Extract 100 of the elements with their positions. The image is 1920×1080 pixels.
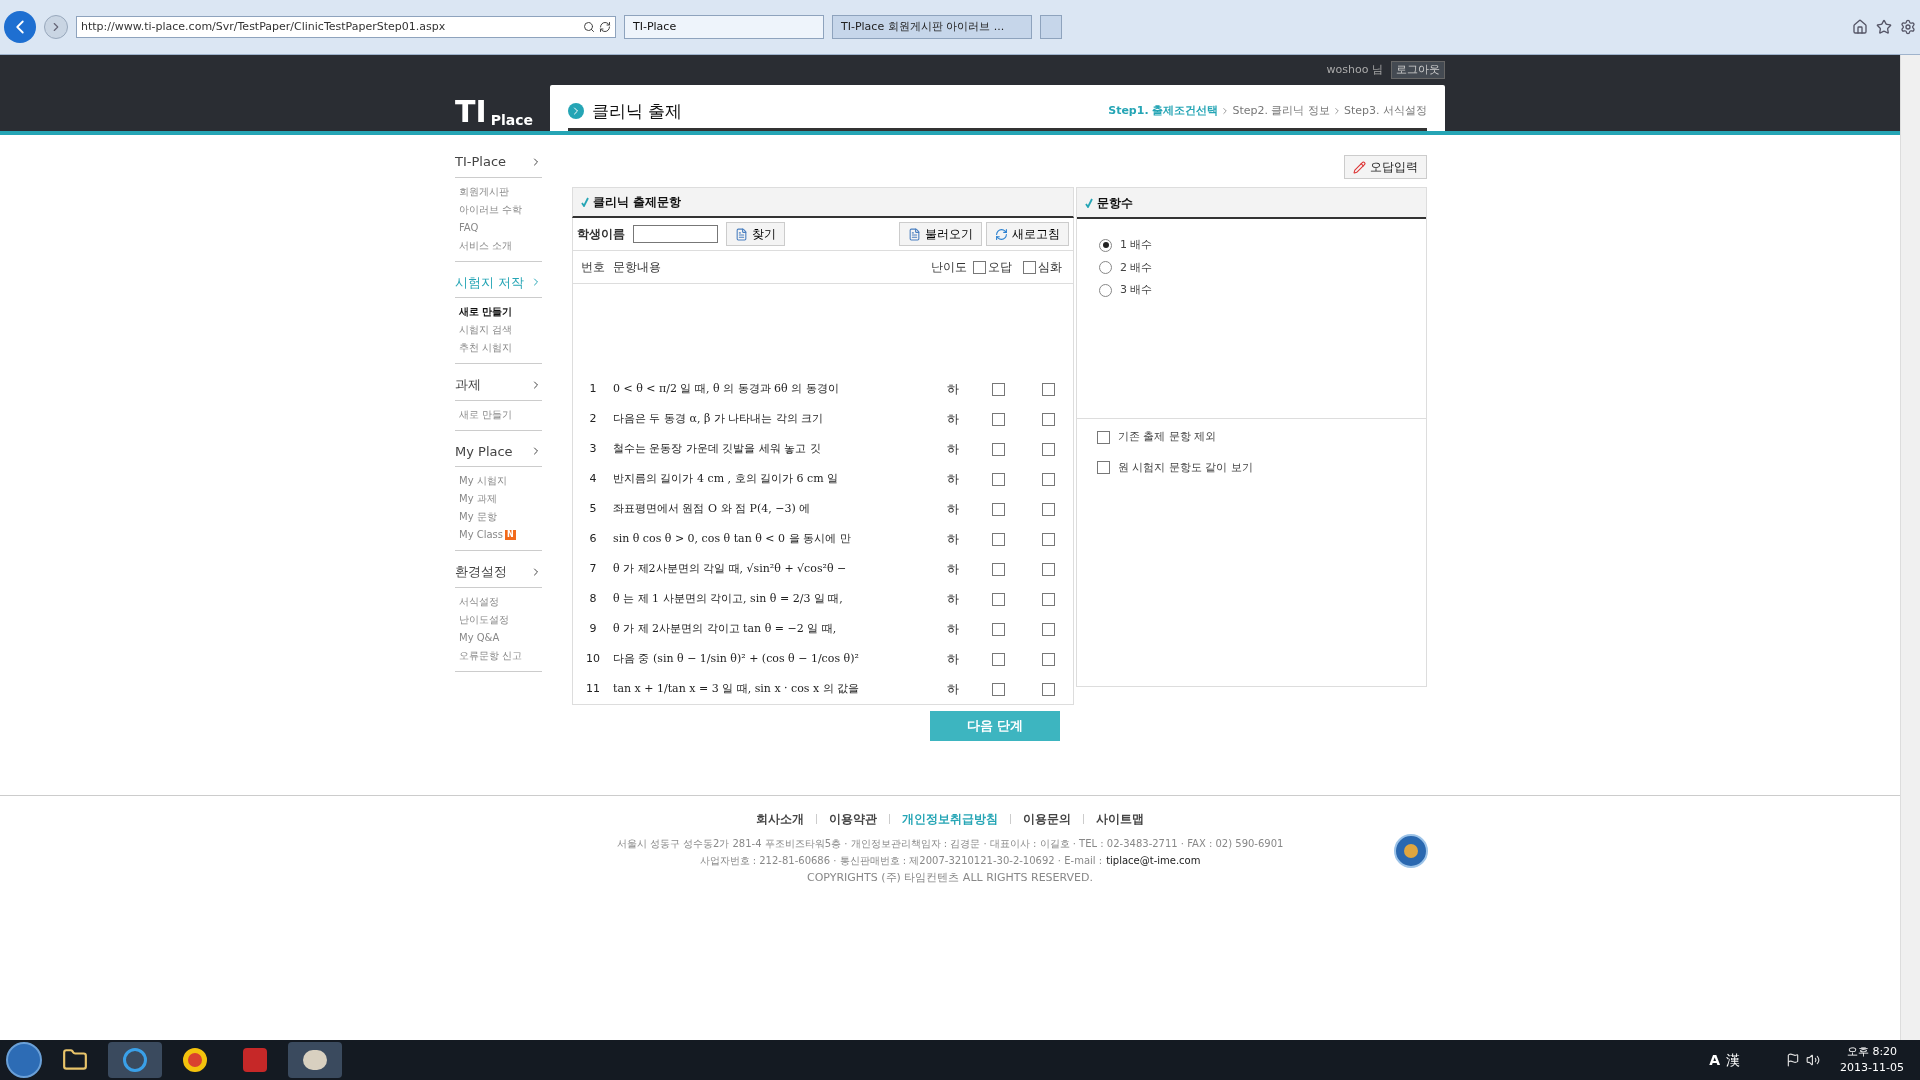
sidebar-item[interactable]: 난이도설정	[459, 610, 509, 629]
row-number: 7	[588, 560, 598, 577]
checkbox[interactable]	[991, 562, 1005, 576]
checkbox[interactable]	[991, 592, 1005, 606]
radio-button[interactable]	[1099, 238, 1112, 252]
checkbox[interactable]	[991, 382, 1005, 396]
question-text: θ 는 제 1 사분면의 각이고, sin θ = 2/3 일 때,	[613, 590, 844, 607]
sidebar-item[interactable]: 아이러브 수학	[459, 200, 523, 219]
sidebar-item[interactable]: My 문항	[459, 508, 497, 526]
checkbox[interactable]	[1041, 562, 1055, 576]
start-button[interactable]	[6, 1042, 42, 1078]
checkbox[interactable]	[1041, 622, 1055, 636]
sidebar-section-title[interactable]: My Place	[455, 436, 542, 467]
checkbox[interactable]	[991, 412, 1005, 426]
checkbox[interactable]	[1041, 652, 1055, 666]
sidebar-section-title[interactable]: 환경설정	[455, 557, 542, 588]
difficulty-text: 하	[946, 471, 960, 488]
checkbox[interactable]	[991, 502, 1005, 516]
forward-button[interactable]	[44, 15, 68, 39]
checkbox[interactable]	[991, 472, 1005, 486]
address-bar[interactable]: http://www.ti-place.com/Svr/TestPaper/ClinicTestPaperStep01.aspx	[76, 16, 616, 38]
email-link[interactable]: tiplace@t-ime.com	[1106, 853, 1201, 868]
question-text: θ 가 제2사분면의 각일 때, √sin²θ + √cos²θ −	[613, 560, 848, 577]
footer-link[interactable]: 이용약관	[829, 810, 877, 828]
new-badge: N	[505, 530, 516, 540]
sidebar-item[interactable]: 서식설정	[459, 592, 499, 611]
difficulty-text: 하	[946, 381, 960, 398]
checkbox[interactable]	[1041, 532, 1055, 546]
sidebar-item[interactable]: 추천 시험지	[459, 339, 513, 357]
footer-link[interactable]: 회사소개	[756, 810, 804, 828]
checkbox[interactable]	[1041, 382, 1055, 396]
clock-time: 오후 8:20	[1846, 1043, 1898, 1060]
sidebar-item[interactable]: 회원게시판	[459, 182, 509, 201]
option-label: 2 배수	[1120, 259, 1153, 276]
student-name-label: 학생이름	[577, 226, 625, 243]
browser-tab[interactable]: TI-Place	[624, 15, 824, 39]
flag-icon	[1786, 1053, 1801, 1067]
checkbox[interactable]	[1041, 682, 1055, 696]
question-text: 다음은 두 동경 α, β 가 나타내는 각의 크기	[613, 410, 825, 427]
checkbox[interactable]	[991, 532, 1005, 546]
checkbox[interactable]	[991, 682, 1005, 696]
checkbox[interactable]	[1041, 442, 1055, 456]
sidebar-section-title[interactable]: 과제	[455, 370, 542, 401]
sidebar-item[interactable]: 오류문항 신고	[459, 646, 523, 665]
checkbox[interactable]	[1097, 430, 1110, 444]
search-button[interactable]: 찾기	[726, 222, 785, 246]
checkbox[interactable]	[1023, 260, 1036, 274]
column-header: 심화	[1038, 259, 1062, 276]
checkbox[interactable]	[1097, 461, 1110, 475]
step-label: Step2. 클리닉 정보	[1232, 103, 1330, 119]
sidebar-item[interactable]: My 과제	[459, 490, 497, 508]
column-header: 문항내용	[613, 259, 662, 276]
option-label: 원 시험지 문항도 같이 보기	[1118, 459, 1253, 476]
checkbox[interactable]	[1041, 592, 1055, 606]
wrong-answer-button[interactable]: 오답입력	[1344, 155, 1427, 179]
ime-mode-text[interactable]: A	[1709, 1049, 1721, 1071]
row-number: 2	[588, 410, 598, 427]
checkbox[interactable]	[991, 652, 1005, 666]
sidebar-item[interactable]: My Class	[459, 526, 504, 544]
checkbox[interactable]	[991, 442, 1005, 456]
sidebar-section-title[interactable]: TI-Place	[455, 147, 542, 178]
row-number: 10	[585, 650, 601, 667]
footer-link[interactable]: 이용문의	[1023, 810, 1071, 828]
radio-button[interactable]	[1099, 261, 1112, 275]
sidebar-item[interactable]: 새로 만들기	[459, 303, 513, 321]
question-text: θ 가 제 2사분면의 각이고 tan θ = −2 일 때,	[613, 620, 838, 637]
checkbox[interactable]	[1041, 472, 1055, 486]
refresh-button[interactable]: 새로고침	[986, 222, 1069, 246]
row-number: 6	[588, 530, 598, 547]
sidebar-item[interactable]: 새로 만들기	[459, 405, 513, 424]
difficulty-text: 하	[946, 441, 960, 458]
browser-tab[interactable]: TI-Place 회원게시판 아이러브 ...	[832, 15, 1032, 39]
ime-hanja-text[interactable]: 漢	[1726, 1049, 1741, 1071]
footer-link[interactable]: 사이트맵	[1096, 810, 1144, 828]
checkbox[interactable]	[1041, 412, 1055, 426]
sidebar-item[interactable]: My 시험지	[459, 472, 507, 490]
documents-icon	[908, 227, 921, 241]
sidebar-item[interactable]: FAQ	[459, 218, 479, 237]
load-button[interactable]: 불러오기	[899, 222, 982, 246]
difficulty-text: 하	[946, 561, 960, 578]
column-header: 오답	[988, 259, 1012, 276]
student-name-field[interactable]	[633, 225, 718, 243]
checkbox[interactable]	[973, 260, 986, 274]
logout-button[interactable]: 로그아웃	[1391, 60, 1445, 80]
back-button[interactable]	[4, 11, 36, 43]
sidebar-item[interactable]: 시험지 검색	[459, 321, 513, 339]
row-number: 11	[585, 680, 601, 697]
step-label: Step1. 출제조건선택	[1108, 103, 1219, 119]
checkbox[interactable]	[1041, 502, 1055, 516]
scrollbar[interactable]	[1900, 55, 1920, 1040]
address-text: http://www.ti-place.com/Svr/TestPaper/ClinicTestPaperStep01.aspx	[81, 18, 447, 35]
option-label: 3 배수	[1120, 282, 1153, 298]
column-header: 번호	[580, 259, 606, 276]
radio-button[interactable]	[1099, 283, 1112, 297]
question-text: 반지름의 길이가 4 cm , 호의 길이가 6 cm 일	[613, 470, 840, 487]
question-text: 다음 중 (sin θ − 1/sin θ)² + (cos θ − 1/cos θ)²	[613, 650, 860, 667]
sidebar-item[interactable]: My Q&A	[459, 628, 500, 647]
checkbox[interactable]	[991, 622, 1005, 636]
sidebar-item[interactable]: 서비스 소개	[459, 236, 513, 255]
question-text: 0 < θ < π/2 일 때, θ 의 동경과 6θ 의 동경이	[613, 380, 840, 397]
